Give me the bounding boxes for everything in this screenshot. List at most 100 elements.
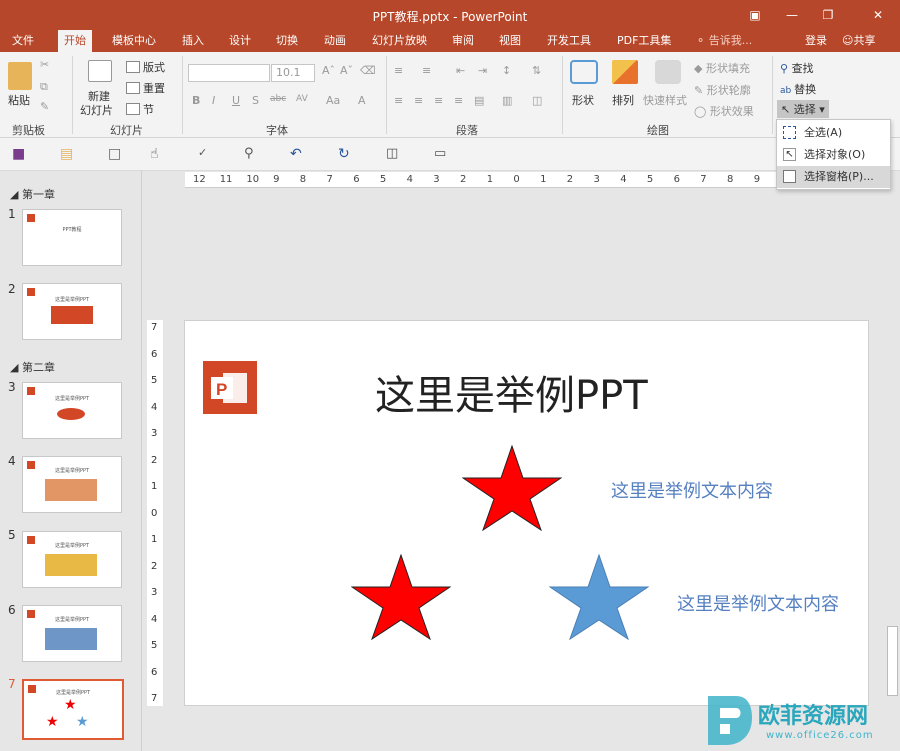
scrollbar-thumb[interactable]: [887, 626, 898, 696]
spelling-icon[interactable]: ✓: [198, 146, 214, 162]
new-slide-button-line2[interactable]: 幻灯片: [80, 102, 113, 118]
slide-thumbnail-2[interactable]: 这里是举例PPT: [22, 283, 122, 340]
cut-icon[interactable]: ✂: [40, 58, 49, 71]
shrink-font-icon[interactable]: Aˇ: [340, 64, 353, 77]
slide-text-2[interactable]: 这里是举例文本内容: [677, 590, 839, 616]
slide-thumbnail-5[interactable]: 这里是举例PPT: [22, 531, 122, 588]
tab-transitions[interactable]: 切换: [276, 30, 298, 52]
replace-button[interactable]: ab 替换: [780, 81, 816, 97]
slide-canvas[interactable]: P 这里是举例PPT 这里是举例文本内容 这里是举例文本内容: [184, 320, 869, 706]
section-header-2[interactable]: ◢ 第二章: [10, 359, 55, 375]
select-button[interactable]: ↖ 选择 ▾: [777, 100, 829, 118]
numbering-icon[interactable]: ≡: [422, 64, 431, 77]
tab-design[interactable]: 设计: [229, 30, 251, 52]
clear-format-icon[interactable]: ⌫: [360, 64, 376, 77]
window-title: PPT教程.pptx - PowerPoint: [372, 10, 528, 24]
char-spacing-button[interactable]: AV: [296, 94, 308, 104]
format-painter-icon[interactable]: ✎: [40, 100, 49, 113]
slide-thumbnail-7[interactable]: 这里是举例PPT ★ ★ ★: [22, 679, 124, 740]
slide-text-1[interactable]: 这里是举例文本内容: [611, 477, 773, 503]
tab-template-center[interactable]: 模板中心: [112, 30, 156, 52]
align-right-icon[interactable]: ≡: [434, 94, 443, 107]
tab-insert[interactable]: 插入: [182, 30, 204, 52]
shapes-button[interactable]: 形状: [572, 92, 594, 108]
shape-outline-button[interactable]: ✎ 形状轮廓: [694, 82, 751, 98]
print-preview-icon[interactable]: ⚲: [244, 146, 260, 162]
grow-font-icon[interactable]: Aˆ: [322, 64, 335, 77]
tab-home[interactable]: 开始: [58, 30, 92, 52]
shadow-button[interactable]: S: [252, 94, 259, 107]
decrease-indent-icon[interactable]: ⇤: [456, 64, 465, 77]
italic-button[interactable]: I: [212, 94, 215, 107]
redo-icon[interactable]: ↻: [338, 146, 354, 162]
tab-slideshow[interactable]: 幻灯片放映: [372, 30, 427, 52]
font-name-combo[interactable]: [188, 64, 270, 82]
layout-button[interactable]: 版式: [143, 59, 165, 75]
slide-thumbnail-4[interactable]: 这里是举例PPT: [22, 456, 122, 513]
menu-item-select-all[interactable]: 全选(A): [777, 122, 890, 144]
red-star-shape-top[interactable]: [462, 445, 562, 531]
ruler-label: 5: [379, 174, 387, 185]
close-button[interactable]: ✕: [868, 5, 888, 25]
underline-button[interactable]: U: [232, 94, 240, 107]
bold-button[interactable]: B: [192, 94, 200, 107]
distributed-icon[interactable]: ▤: [474, 94, 484, 107]
font-color-button[interactable]: A: [358, 94, 366, 107]
quick-styles-button[interactable]: 快速样式: [643, 92, 687, 108]
change-case-button[interactable]: Aa: [326, 94, 340, 107]
powerpoint-logo[interactable]: P: [203, 361, 257, 414]
section-button[interactable]: 节: [143, 101, 154, 117]
share-button[interactable]: ☺共享: [842, 30, 875, 52]
red-star-shape-bottom[interactable]: [351, 554, 451, 640]
ribbon-display-icon[interactable]: ▣: [745, 5, 765, 25]
slide-title[interactable]: 这里是举例PPT: [375, 363, 648, 421]
slide-thumbnail-3[interactable]: 这里是举例PPT: [22, 382, 122, 439]
copy-icon[interactable]: ⧉: [40, 80, 48, 94]
smartart-icon[interactable]: ◫: [532, 94, 542, 107]
vertical-scrollbar[interactable]: [885, 171, 900, 751]
new-document-icon[interactable]: □: [108, 146, 124, 162]
select-menu: 全选(A) ↖ 选择对象(O) 选择窗格(P)...: [776, 119, 891, 190]
start-slideshow-icon[interactable]: ◫: [386, 146, 402, 162]
strikethrough-button[interactable]: abc: [270, 94, 286, 104]
menu-item-select-objects[interactable]: ↖ 选择对象(O): [777, 144, 890, 166]
open-folder-icon[interactable]: ▤: [60, 146, 76, 162]
reset-button[interactable]: 重置: [143, 80, 165, 96]
shape-effects-button[interactable]: ◯ 形状效果: [694, 103, 754, 119]
tab-file[interactable]: 文件: [12, 30, 34, 52]
slide-thumbnail-panel: ◢ 第一章 1 PPT教程 2 这里是举例PPT ◢ 第二章 3 这里是举例PP…: [0, 171, 142, 751]
increase-indent-icon[interactable]: ⇥: [478, 64, 487, 77]
maximize-button[interactable]: ❐: [818, 5, 838, 25]
shape-fill-button[interactable]: ◆ 形状填充: [694, 60, 750, 76]
align-left-icon[interactable]: ≡: [394, 94, 403, 107]
find-button[interactable]: ⚲ 查找: [780, 60, 814, 76]
menu-item-selection-pane[interactable]: 选择窗格(P)...: [777, 166, 890, 188]
slide-thumbnail-6[interactable]: 这里是举例PPT: [22, 605, 122, 662]
tab-review[interactable]: 审阅: [452, 30, 474, 52]
tab-view[interactable]: 视图: [499, 30, 521, 52]
line-spacing-icon[interactable]: ↕: [502, 64, 511, 77]
text-direction-icon[interactable]: ⇅: [532, 64, 541, 77]
tell-me-search[interactable]: ⚬ 告诉我...: [696, 30, 752, 52]
font-size-combo[interactable]: 10.1: [271, 64, 315, 82]
minimize-button[interactable]: —: [782, 5, 802, 25]
login-link[interactable]: 登录: [805, 30, 827, 52]
blue-star-shape[interactable]: [549, 554, 649, 640]
touch-mode-icon[interactable]: ☝: [150, 146, 166, 162]
reset-icon: [126, 82, 140, 94]
columns-icon[interactable]: ▥: [502, 94, 512, 107]
presenter-icon[interactable]: ▭: [434, 146, 450, 162]
slide-thumbnail-1[interactable]: PPT教程: [22, 209, 122, 266]
bullets-icon[interactable]: ≡: [394, 64, 403, 77]
section-header-1[interactable]: ◢ 第一章: [10, 186, 55, 202]
tab-developer[interactable]: 开发工具: [547, 30, 591, 52]
paste-button[interactable]: 粘贴: [8, 92, 30, 108]
save-icon[interactable]: ■: [12, 146, 28, 162]
tab-animations[interactable]: 动画: [324, 30, 346, 52]
align-center-icon[interactable]: ≡: [414, 94, 423, 107]
arrange-button[interactable]: 排列: [612, 92, 634, 108]
tab-pdf-tools[interactable]: PDF工具集: [617, 30, 671, 52]
undo-icon[interactable]: ↶: [290, 146, 306, 162]
justify-icon[interactable]: ≡: [454, 94, 463, 107]
ruler-label: 5: [151, 375, 158, 386]
